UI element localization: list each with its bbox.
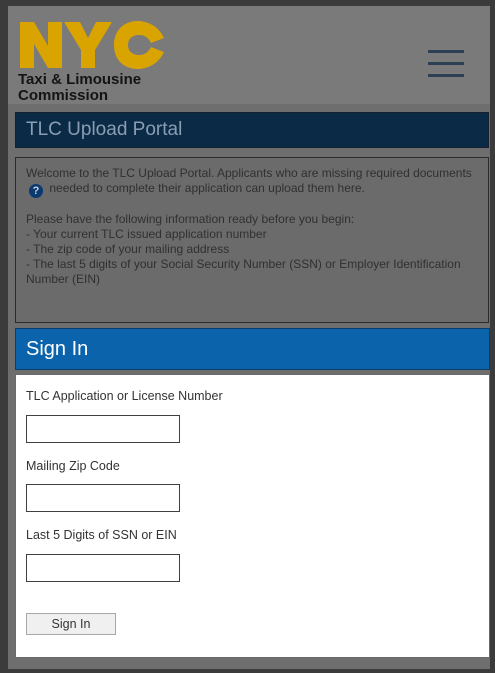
portal-title: TLC Upload Portal bbox=[15, 112, 489, 148]
organization-name-line1: Taxi & Limousine bbox=[18, 71, 142, 88]
ready-heading: Please have the following information re… bbox=[26, 212, 355, 226]
zip-code-label: Mailing Zip Code bbox=[26, 459, 120, 473]
welcome-message: Welcome to the TLC Upload Portal. Applic… bbox=[15, 157, 489, 323]
nyc-logo[interactable] bbox=[18, 20, 166, 70]
welcome-text-start: Welcome to the TLC Upload Portal. Applic… bbox=[26, 166, 472, 180]
requirement-item-ssn: - The last 5 digits of your Social Secur… bbox=[26, 257, 461, 286]
signin-heading: Sign In bbox=[15, 328, 490, 370]
organization-name-line2: Commission bbox=[18, 87, 109, 104]
license-number-input[interactable] bbox=[26, 415, 180, 443]
welcome-intro: Welcome to the TLC Upload Portal. Applic… bbox=[26, 166, 478, 198]
question-circle-icon[interactable]: ? bbox=[29, 184, 43, 198]
ssn-ein-input[interactable] bbox=[26, 554, 180, 582]
requirement-item-application: - Your current TLC issued application nu… bbox=[26, 227, 267, 241]
signin-button[interactable]: Sign In bbox=[26, 613, 116, 635]
hamburger-menu-icon[interactable] bbox=[428, 50, 464, 78]
welcome-text-end: needed to complete their application can… bbox=[49, 181, 365, 195]
zip-code-input[interactable] bbox=[26, 484, 180, 512]
nyc-logo-icon bbox=[20, 21, 164, 69]
signin-form: TLC Application or License Number Mailin… bbox=[15, 374, 490, 658]
license-number-label: TLC Application or License Number bbox=[26, 389, 223, 403]
site-header: Taxi & Limousine Commission bbox=[8, 6, 490, 104]
requirement-item-zip: - The zip code of your mailing address bbox=[26, 242, 230, 256]
organization-name: Taxi & Limousine Commission bbox=[18, 72, 218, 104]
ssn-ein-label: Last 5 Digits of SSN or EIN bbox=[26, 528, 177, 542]
